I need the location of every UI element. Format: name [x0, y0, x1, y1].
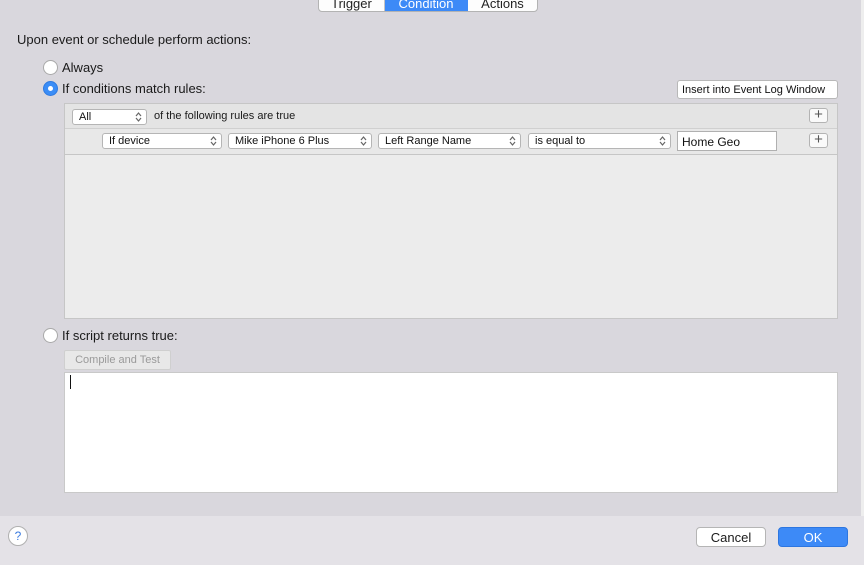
ok-button[interactable]: OK — [778, 527, 848, 547]
updown-arrows-icon — [135, 112, 142, 122]
insert-event-log-button[interactable]: Insert into Event Log Window — [677, 80, 838, 99]
plus-icon: + — [814, 131, 823, 148]
cancel-button[interactable]: Cancel — [696, 527, 766, 547]
add-rule-button[interactable]: + — [809, 131, 828, 148]
updown-arrows-icon — [360, 136, 367, 146]
tab-actions[interactable]: Actions — [468, 0, 537, 11]
compile-and-test-button[interactable]: Compile and Test — [64, 350, 171, 370]
rule-device-value: Mike iPhone 6 Plus — [235, 135, 330, 147]
rule-subject-value: If device — [109, 135, 150, 147]
rule-subject-select[interactable]: If device — [102, 133, 222, 149]
conditions-radio[interactable] — [43, 81, 58, 96]
rule-operator-select[interactable]: is equal to — [528, 133, 671, 149]
match-all-value: All — [79, 111, 92, 123]
always-radio[interactable] — [43, 60, 58, 75]
script-radio[interactable] — [43, 328, 58, 343]
rule-device-select[interactable]: Mike iPhone 6 Plus — [228, 133, 372, 149]
updown-arrows-icon — [509, 136, 516, 146]
help-button[interactable]: ? — [8, 526, 28, 546]
updown-arrows-icon — [210, 136, 217, 146]
conditions-label: If conditions match rules: — [62, 81, 206, 96]
match-all-select[interactable]: All — [72, 109, 147, 125]
updown-arrows-icon — [659, 136, 666, 146]
match-description: of the following rules are true — [154, 110, 296, 122]
text-caret — [70, 375, 71, 389]
help-icon: ? — [14, 529, 22, 543]
tab-trigger[interactable]: Trigger — [319, 0, 385, 11]
tab-condition[interactable]: Condition — [385, 0, 468, 11]
plus-icon: + — [814, 106, 823, 123]
rules-panel: All of the following rules are true + If… — [64, 103, 838, 319]
add-group-button[interactable]: + — [809, 106, 828, 123]
rule-operator-value: is equal to — [535, 135, 586, 147]
rules-header-row: All of the following rules are true + — [65, 104, 837, 129]
rule-attribute-select[interactable]: Left Range Name — [378, 133, 521, 149]
script-editor[interactable] — [64, 372, 838, 493]
script-label: If script returns true: — [62, 328, 178, 343]
page-heading: Upon event or schedule perform actions: — [17, 32, 252, 47]
rule-row: If device Mike iPhone 6 Plus Left Range … — [65, 129, 837, 155]
rule-value-input[interactable]: Home Geo — [677, 131, 777, 151]
rule-attribute-value: Left Range Name — [385, 135, 472, 147]
tab-bar: Trigger Condition Actions — [318, 0, 538, 12]
always-label: Always — [62, 60, 104, 75]
